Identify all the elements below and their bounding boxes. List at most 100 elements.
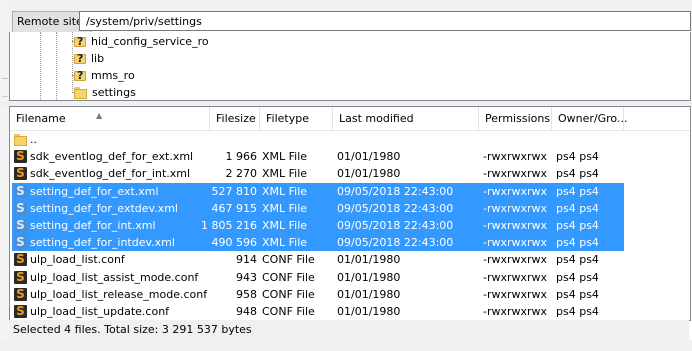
file-name: sdk_eventlog_def_for_ext.xml — [30, 150, 194, 164]
remote-file-list[interactable]: ▲ Filename Filesize Filetype Last modifi… — [9, 106, 691, 321]
file-size: 527 810 — [211, 184, 258, 198]
column-header-label: Filename — [16, 112, 66, 125]
left-pane-tick — [2, 96, 8, 97]
file-last-modified: 01/01/1980 — [337, 270, 401, 284]
tree-item-lib[interactable]: ? lib — [74, 50, 104, 67]
file-type: CONF File — [262, 253, 315, 267]
file-name: setting_def_for_ext.xml — [30, 184, 159, 198]
file-name: setting_def_for_extdev.xml — [30, 201, 178, 215]
file-last-modified: 01/01/1980 — [337, 253, 401, 267]
sublime-file-icon: S — [14, 184, 27, 198]
sublime-file-icon: S — [14, 219, 27, 232]
file-size: 1 805 216 — [201, 219, 257, 232]
folder-icon — [14, 133, 27, 146]
file-size: 943 — [236, 270, 257, 284]
file-owner-group: ps4 ps4 — [556, 201, 599, 215]
file-type: XML File — [262, 150, 308, 164]
file-name: setting_def_for_intdev.xml — [30, 236, 175, 250]
file-last-modified: 01/01/1980 — [337, 287, 401, 301]
file-permissions: -rwxrwxrwx — [483, 201, 548, 215]
file-last-modified: 01/01/1980 — [337, 305, 401, 318]
file-type: CONF File — [262, 305, 315, 318]
file-size: 467 915 — [211, 201, 258, 215]
file-type: XML File — [262, 184, 308, 198]
tree-item-label: lib — [91, 52, 105, 65]
file-row[interactable]: .. — [12, 131, 624, 148]
tree-item-label: hid_config_service_ro — [91, 35, 209, 48]
file-owner-group: ps4 ps4 — [556, 184, 599, 198]
file-name: sdk_eventlog_def_for_int.xml — [30, 167, 191, 181]
unknown-folder-icon: ? — [74, 35, 86, 48]
file-row[interactable]: Ssetting_def_for_extdev.xml 467 915 XML Fi… — [12, 199, 624, 217]
column-header-filesize[interactable]: Filesize — [210, 107, 260, 130]
unknown-folder-icon: ? — [74, 69, 86, 82]
file-owner-group: ps4 ps4 — [556, 270, 599, 284]
file-size: 948 — [236, 305, 257, 318]
file-size: 1 966 — [225, 150, 258, 164]
remote-site-bar: Remote site: /system/priv/settings — [9, 0, 692, 33]
file-name: ulp_load_list_release_mode.conf — [30, 287, 208, 301]
file-size: 490 596 — [211, 236, 258, 250]
file-owner-group: ps4 ps4 — [556, 287, 599, 301]
tree-guide-line — [40, 32, 41, 100]
file-type: XML File — [262, 236, 308, 250]
remote-directory-tree[interactable]: ? hid_config_service_ro ? lib ? mms_ro s… — [9, 32, 691, 101]
file-row[interactable]: Ssetting_def_for_intdev.xml 490 596 XML Fi… — [12, 234, 624, 252]
file-name: ulp_load_list.conf — [30, 253, 125, 267]
column-header-filetype[interactable]: Filetype — [260, 107, 333, 130]
sublime-file-icon: S — [14, 150, 27, 164]
file-row[interactable]: Ssetting_def_for_int.xml 1 805 216 XML Fil… — [12, 217, 624, 234]
file-row[interactable]: Sulp_load_list_update.conf 948 CONF File 01… — [12, 303, 624, 320]
file-row[interactable]: Sulp_load_list.conf 914 CONF File 01/01/198… — [12, 251, 624, 268]
file-row[interactable]: Ssetting_def_for_ext.xml 527 810 XML File 0… — [12, 182, 624, 200]
file-permissions: -rwxrwxrwx — [483, 253, 548, 267]
file-owner-group: ps4 ps4 — [556, 167, 599, 181]
file-type: XML File — [262, 167, 308, 181]
file-row[interactable]: Ssdk_eventlog_def_for_int.xml 2 270 XML Fi… — [12, 165, 624, 182]
file-permissions: -rwxrwxrwx — [483, 287, 548, 301]
folder-icon — [74, 86, 87, 99]
file-type: XML File — [262, 201, 308, 215]
file-last-modified: 09/05/2018 22:43:00 — [337, 236, 454, 250]
left-pane-tick — [2, 78, 8, 79]
sublime-file-icon: S — [14, 167, 27, 181]
file-last-modified: 01/01/1980 — [337, 167, 401, 181]
file-owner-group: ps4 ps4 — [556, 305, 599, 318]
status-bar: Selected 4 files. Total size: 3 291 537 … — [9, 320, 689, 340]
file-name: ulp_load_list_assist_mode.conf — [30, 270, 199, 284]
tree-item-label: mms_ro — [91, 69, 135, 82]
sublime-file-icon: S — [14, 305, 27, 318]
bottom-panel-edge — [0, 340, 692, 351]
column-header-owner-group[interactable]: Owner/Gro... — [552, 107, 628, 130]
column-header-last-modified[interactable]: Last modified — [333, 107, 479, 130]
file-size: 2 270 — [225, 167, 258, 181]
remote-site-path-input[interactable]: /system/priv/settings — [79, 11, 691, 31]
file-name: .. — [30, 133, 37, 146]
file-name: ulp_load_list_update.conf — [30, 305, 170, 318]
file-last-modified: 09/05/2018 22:43:00 — [337, 184, 454, 198]
tree-item-mms-ro[interactable]: ? mms_ro — [74, 67, 135, 84]
file-row[interactable]: Ssdk_eventlog_def_for_ext.xml 1 966 XML Fi… — [12, 148, 624, 165]
file-owner-group: ps4 ps4 — [556, 150, 599, 164]
file-owner-group: ps4 ps4 — [556, 219, 599, 232]
file-permissions: -rwxrwxrwx — [483, 150, 548, 164]
column-header-label: Filesize — [216, 112, 256, 125]
column-header-filename[interactable]: ▲ Filename — [10, 107, 210, 130]
file-permissions: -rwxrwxrwx — [483, 219, 548, 232]
column-header-label: Owner/Gro... — [558, 112, 628, 125]
column-header-label: Permissions — [485, 112, 551, 125]
file-owner-group: ps4 ps4 — [556, 253, 599, 267]
file-type: CONF File — [262, 287, 315, 301]
tree-item-hid-config-service-ro[interactable]: ? hid_config_service_ro — [74, 33, 209, 50]
file-row[interactable]: Sulp_load_list_release_mode.conf 958 CONF … — [12, 286, 624, 303]
tree-item-settings[interactable]: settings — [74, 84, 136, 100]
column-header-permissions[interactable]: Permissions — [479, 107, 552, 130]
file-last-modified: 09/05/2018 22:43:00 — [337, 201, 454, 215]
file-permissions: -rwxrwxrwx — [483, 270, 548, 284]
sort-ascending-icon: ▲ — [96, 111, 103, 120]
file-row[interactable]: Sulp_load_list_assist_mode.conf 943 CONF F… — [12, 269, 624, 286]
file-permissions: -rwxrwxrwx — [483, 305, 548, 318]
file-permissions: -rwxrwxrwx — [483, 236, 548, 250]
file-name: setting_def_for_int.xml — [30, 219, 156, 232]
sublime-file-icon: S — [14, 253, 27, 267]
